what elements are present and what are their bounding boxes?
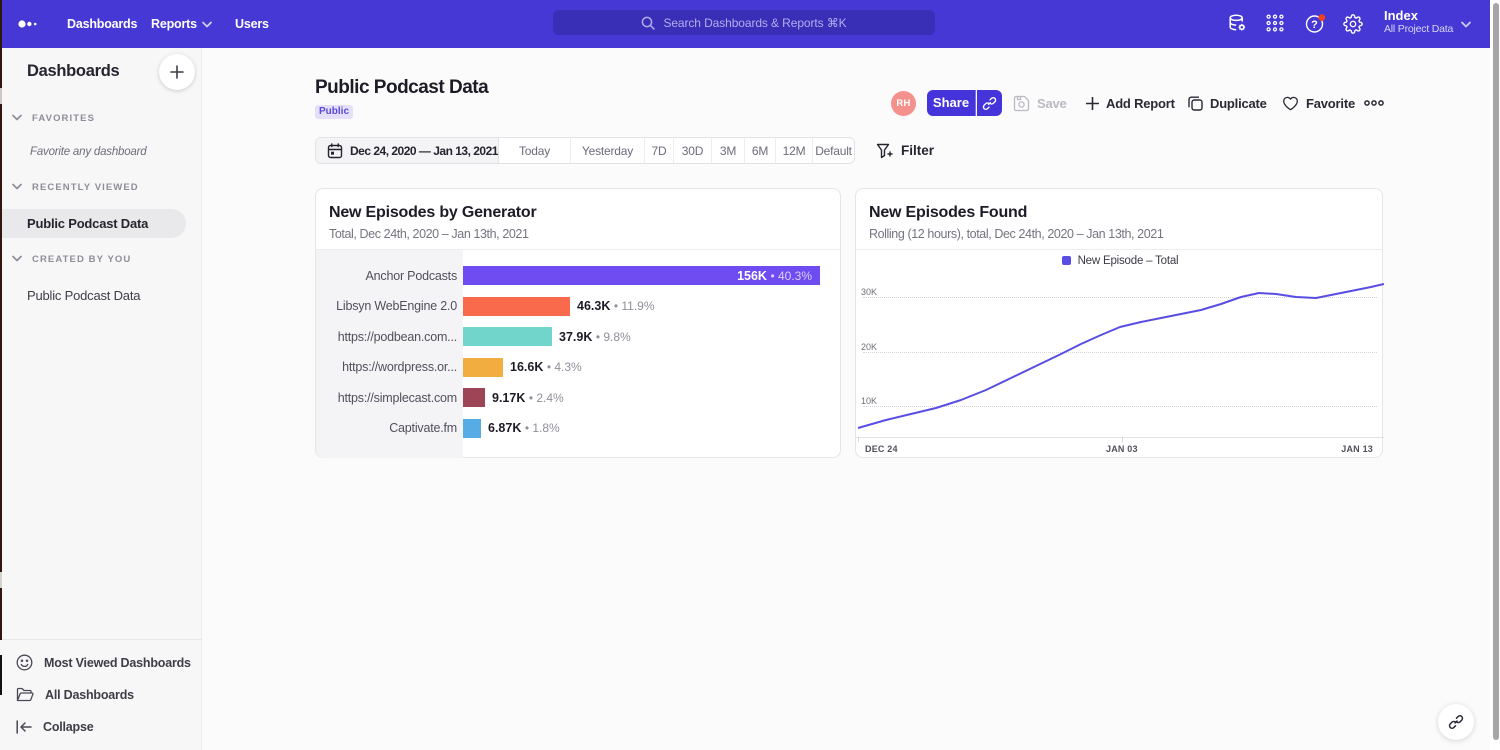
svg-text:?: ? (1311, 19, 1318, 31)
